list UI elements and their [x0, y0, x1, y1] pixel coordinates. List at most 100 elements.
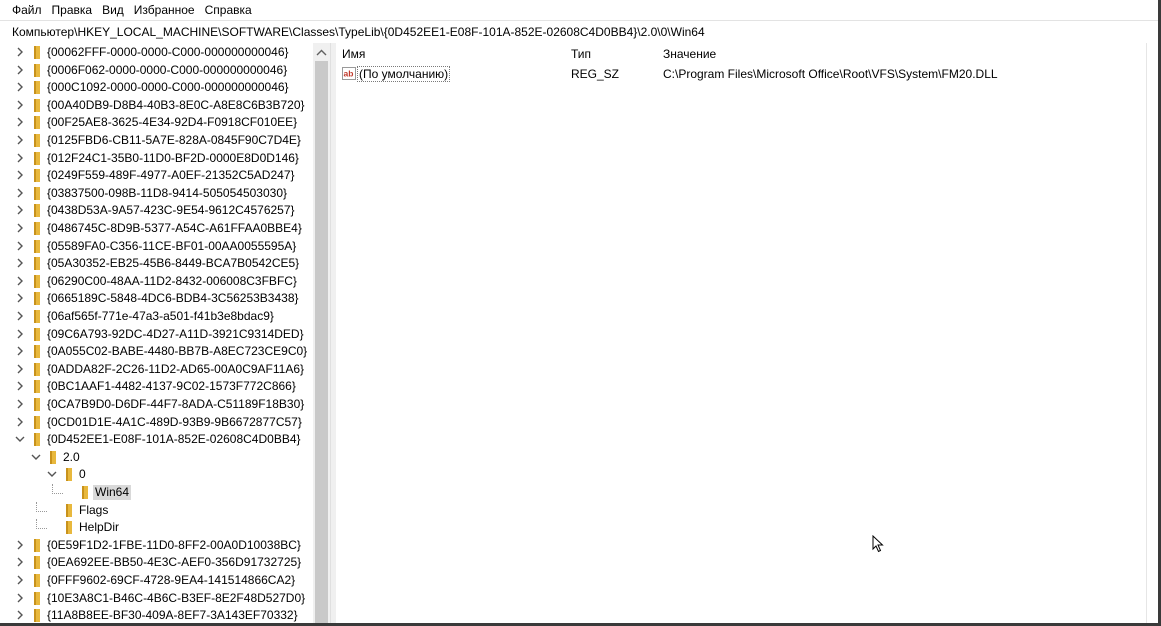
tree-node[interactable]: {0D452EE1-E08F-101A-852E-02608C4D0BB4} — [0, 431, 313, 448]
chevron-right-icon[interactable] — [14, 556, 28, 570]
tree-node[interactable]: Flags — [0, 501, 313, 519]
tree-node[interactable]: {0CA7B9D0-D6DF-44F7-8ADA-C51189F18B30} — [0, 396, 313, 413]
chevron-right-icon[interactable] — [14, 292, 28, 306]
value-row[interactable]: ab (По умолчанию) REG_SZ C:\Program File… — [336, 65, 1146, 83]
folder-icon — [80, 486, 90, 499]
column-header-name[interactable]: Имя — [342, 47, 365, 61]
tree-node[interactable]: {0ADDA82F-2C26-11D2-AD65-00A0C9AF11A6} — [0, 361, 313, 378]
tree-node[interactable]: {06290C00-48AA-11D2-8432-006008C3FBFC} — [0, 273, 313, 290]
tree-node[interactable]: {0FFF9602-69CF-4728-9EA4-141514866CA2} — [0, 572, 313, 589]
chevron-down-icon[interactable] — [30, 451, 44, 465]
tree-node[interactable]: {06af565f-771e-47a3-a501-f41b3e8bdac9} — [0, 308, 313, 325]
chevron-right-icon[interactable] — [14, 116, 28, 130]
chevron-right-icon[interactable] — [14, 539, 28, 553]
tree-node[interactable]: {0249F559-489F-4977-A0EF-21352C5AD247} — [0, 167, 313, 184]
folder-icon — [64, 521, 74, 535]
chevron-right-icon[interactable] — [14, 257, 28, 271]
chevron-down-icon[interactable] — [14, 433, 28, 447]
chevron-right-icon[interactable] — [14, 345, 28, 359]
folder-icon — [32, 591, 42, 605]
tree-scrollbar[interactable] — [313, 43, 330, 626]
tree-node-label: {0125FBD6-CB11-5A7E-828A-0845F90C7D4E} — [47, 133, 301, 147]
tree-node[interactable]: {0BC1AAF1-4482-4137-9C02-1573F772C866} — [0, 378, 313, 395]
tree-node-label: {0486745C-8D9B-5377-A54C-A61FFAA0BBE4} — [47, 221, 302, 235]
tree-node[interactable]: {11A8B8EE-BF30-409A-8EF7-3A143EF70332} — [0, 607, 313, 624]
chevron-right-icon[interactable] — [14, 275, 28, 289]
tree-node-label: 0 — [79, 467, 86, 482]
tree-node[interactable]: {09C6A793-92DC-4D27-A11D-3921C9314DED} — [0, 326, 313, 343]
tree-node[interactable]: {0125FBD6-CB11-5A7E-828A-0845F90C7D4E} — [0, 132, 313, 149]
tree-node-label: {0438D53A-9A57-423C-9E54-9612C4576257} — [47, 203, 295, 218]
tree-node[interactable]: {10E3A8C1-B46C-4B6C-B3EF-8E2F48D527D0} — [0, 590, 313, 607]
svg-text:ab: ab — [344, 69, 354, 79]
chevron-right-icon[interactable] — [14, 222, 28, 236]
scroll-up-icon[interactable] — [316, 46, 327, 60]
chevron-right-icon[interactable] — [14, 380, 28, 394]
tree-node-label: {0E59F1D2-1FBE-11D0-8FF2-00A0D10038BC} — [47, 537, 301, 552]
menu-item-4[interactable]: Справка — [200, 0, 257, 20]
menu-item-0[interactable]: Файл — [0, 0, 47, 20]
folder-icon — [32, 556, 42, 570]
tree-node[interactable]: {0665189C-5848-4DC6-BDB4-3C56253B3438} — [0, 290, 313, 307]
tree-node[interactable]: {0CD01D1E-4A1C-489D-93B9-9B6672877C57} — [0, 414, 313, 431]
tree-node-label: {0BC1AAF1-4482-4137-9C02-1573F772C866} — [47, 379, 296, 394]
tree-node[interactable]: {00A40DB9-D8B4-40B3-8E0C-A8E8C6B3B720} — [0, 97, 313, 114]
tree-node[interactable]: {05A30352-EB25-45B6-8449-BCA7B0542CE5} — [0, 255, 313, 272]
tree-node-label: HelpDir — [79, 520, 120, 535]
tree-node[interactable]: {0438D53A-9A57-423C-9E54-9612C4576257} — [0, 202, 313, 219]
folder-icon — [32, 116, 42, 130]
chevron-right-icon[interactable] — [14, 328, 28, 342]
tree-node[interactable]: Win64 — [0, 484, 313, 501]
column-header-type[interactable]: Тип — [571, 47, 591, 61]
tree-node[interactable]: {012F24C1-35B0-11D0-BF2D-0000E8D0D146} — [0, 150, 313, 167]
chevron-right-icon[interactable] — [14, 204, 28, 218]
chevron-right-icon[interactable] — [14, 64, 28, 78]
menu-item-3[interactable]: Избранное — [129, 0, 200, 20]
tree-node-label: {0D452EE1-E08F-101A-852E-02608C4D0BB4} — [47, 432, 301, 447]
tree-node-label: {00062FFF-0000-0000-C000-000000000046} — [47, 45, 289, 59]
chevron-right-icon[interactable] — [14, 574, 28, 588]
chevron-right-icon[interactable] — [14, 134, 28, 148]
tree-node[interactable]: {0E59F1D2-1FBE-11D0-8FF2-00A0D10038BC} — [0, 537, 313, 554]
menu-item-1[interactable]: Правка — [47, 0, 98, 20]
chevron-right-icon[interactable] — [14, 609, 28, 623]
tree-node-label: {0FFF9602-69CF-4728-9EA4-141514866CA2} — [47, 573, 296, 587]
folder-icon — [32, 274, 42, 288]
address-bar[interactable]: Компьютер\HKEY_LOCAL_MACHINE\SOFTWARE\Cl… — [0, 20, 1161, 44]
chevron-right-icon[interactable] — [14, 363, 28, 377]
chevron-right-icon[interactable] — [14, 152, 28, 166]
chevron-right-icon[interactable] — [14, 81, 28, 95]
tree-node[interactable]: {05589FA0-C356-11CE-BF01-00AA0055595A} — [0, 238, 313, 255]
folder-icon — [64, 503, 74, 517]
tree-node[interactable]: 0 — [0, 466, 313, 483]
tree-node[interactable]: {03837500-098B-11D8-9414-505054503030} — [0, 185, 313, 202]
tree-node[interactable]: {00062FFF-0000-0000-C000-000000000046} — [0, 44, 313, 61]
menu-item-2[interactable]: Вид — [97, 0, 129, 20]
values-list: Имя Тип Значение ab (По умолчанию) REG_S… — [336, 43, 1146, 626]
chevron-right-icon[interactable] — [14, 169, 28, 183]
tree-node[interactable]: {0006F062-0000-0000-C000-000000000046} — [0, 62, 313, 79]
tree-node[interactable]: {0EA692EE-BB50-4E3C-AEF0-356D91732725} — [0, 554, 313, 571]
column-header-value[interactable]: Значение — [663, 47, 716, 61]
chevron-right-icon[interactable] — [14, 310, 28, 324]
tree-node[interactable]: HelpDir — [0, 519, 313, 536]
tree-node[interactable]: {00F25AE8-3625-4E34-92D4-F0918CF010EE} — [0, 114, 313, 131]
tree-node[interactable]: {000C1092-0000-0000-C000-000000000046} — [0, 79, 313, 96]
chevron-down-icon[interactable] — [46, 468, 60, 482]
tree-node[interactable]: {0A055C02-BABE-4480-BB7B-A8EC723CE9C0} — [0, 343, 313, 360]
chevron-right-icon[interactable] — [14, 46, 28, 60]
chevron-right-icon[interactable] — [14, 416, 28, 430]
tree-node-label: {0A055C02-BABE-4480-BB7B-A8EC723CE9C0} — [47, 344, 308, 359]
tree-connector — [36, 501, 47, 512]
chevron-right-icon[interactable] — [14, 187, 28, 201]
tree-node[interactable]: {0486745C-8D9B-5377-A54C-A61FFAA0BBE4} — [0, 220, 313, 237]
address-path: Компьютер\HKEY_LOCAL_MACHINE\SOFTWARE\Cl… — [12, 25, 705, 39]
scrollbar-thumb[interactable] — [315, 61, 328, 626]
chevron-right-icon[interactable] — [14, 398, 28, 412]
tree-node-label: {00F25AE8-3625-4E34-92D4-F0918CF010EE} — [47, 115, 298, 130]
chevron-right-icon[interactable] — [14, 592, 28, 606]
tree-node-label: {06af565f-771e-47a3-a501-f41b3e8bdac9} — [47, 309, 274, 323]
chevron-right-icon[interactable] — [14, 240, 28, 254]
tree-node[interactable]: 2.0 — [0, 449, 313, 466]
chevron-right-icon[interactable] — [14, 99, 28, 113]
